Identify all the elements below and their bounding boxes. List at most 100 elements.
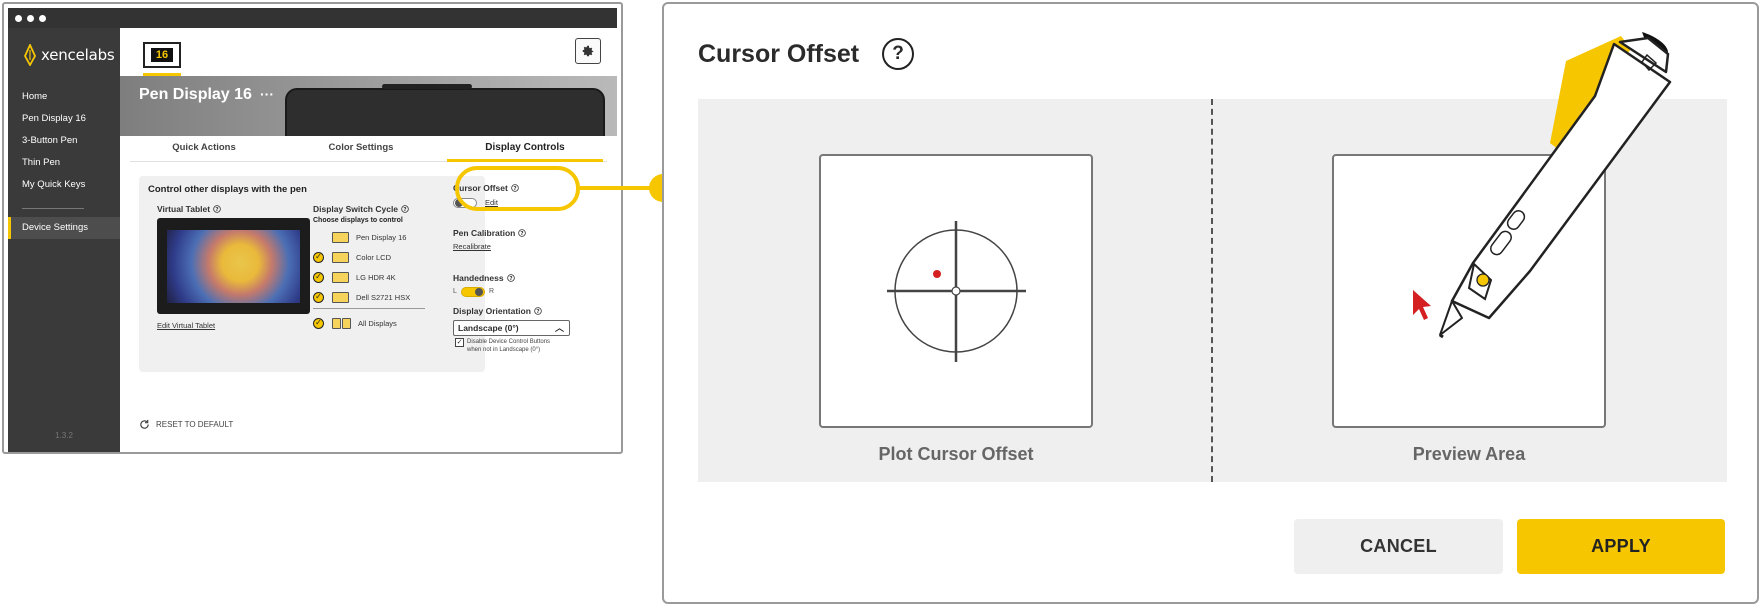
other-displays-card: Control other displays with the pen Virt…: [139, 176, 485, 372]
reset-label: RESET TO DEFAULT: [156, 420, 234, 429]
active-tab-indicator: [447, 159, 603, 162]
orientation-select-value: Landscape (0°): [458, 323, 519, 333]
app-window: xencelabs Home Pen Display 16 3-Button P…: [2, 2, 623, 454]
display-checkbox[interactable]: ✓: [313, 271, 324, 283]
monitor-icon: [332, 251, 349, 263]
display-switch-cycle-heading: Display Switch Cycle ?: [313, 204, 409, 214]
handedness-toggle[interactable]: [461, 287, 485, 297]
choose-displays-label: Choose displays to control: [313, 217, 403, 224]
panel-divider: [1211, 99, 1213, 482]
plot-cursor-offset-area[interactable]: [819, 154, 1093, 428]
monitor-icon: [332, 231, 349, 243]
display-orientation-heading: Display Orientation ?: [453, 306, 542, 316]
dialog-title: Cursor Offset: [698, 40, 860, 68]
svg-text:?: ?: [521, 231, 524, 237]
window-dot-icon[interactable]: [15, 15, 22, 22]
settings-button[interactable]: [575, 38, 601, 64]
offset-point: [933, 270, 941, 278]
preview-area-label: Preview Area: [1412, 444, 1526, 464]
refresh-icon: [140, 419, 149, 429]
logo-text: xencelabs: [41, 46, 115, 64]
gear-icon: [582, 45, 594, 57]
card-title: Control other displays with the pen: [148, 184, 307, 195]
recalibrate-link[interactable]: Recalibrate: [453, 242, 491, 251]
info-icon[interactable]: ?: [401, 205, 409, 213]
monitor-icon: [332, 291, 349, 303]
sidebar-nav: Home Pen Display 16 3-Button Pen Thin Pe…: [8, 86, 120, 239]
device-badge-label: 16: [150, 48, 174, 62]
display-row: Pen Display 16: [313, 230, 406, 244]
svg-text:?: ?: [215, 207, 218, 213]
cursor-offset-highlight: [455, 166, 580, 211]
handedness-label: Handedness: [453, 273, 504, 283]
sidebar-item-home[interactable]: Home: [8, 86, 120, 108]
tab-bar: Quick Actions Color Settings Display Con…: [120, 136, 617, 162]
sidebar-divider: [22, 208, 84, 209]
sidebar: xencelabs Home Pen Display 16 3-Button P…: [8, 28, 120, 452]
edit-virtual-tablet-link[interactable]: Edit Virtual Tablet: [157, 321, 215, 330]
disable-buttons-option: ✓ Disable Device Control Buttons when no…: [455, 338, 550, 354]
version-label: 1.3.2: [55, 431, 73, 440]
monitor-icon: [332, 317, 341, 329]
device-badge[interactable]: 16: [143, 42, 181, 68]
all-displays-row: ✓ All Displays: [313, 316, 397, 330]
display-switch-cycle-label: Display Switch Cycle: [313, 204, 399, 214]
handedness-heading: Handedness ?: [453, 273, 515, 283]
handedness-left-label: L: [453, 288, 457, 295]
display-checkbox[interactable]: ✓: [313, 251, 324, 263]
orientation-select[interactable]: Landscape (0°) ︿: [453, 320, 570, 336]
reset-to-default-button[interactable]: RESET TO DEFAULT: [139, 419, 233, 430]
display-orientation-label: Display Orientation: [453, 306, 531, 316]
disable-buttons-line-1: Disable Device Control Buttons: [467, 339, 551, 345]
help-icon[interactable]: ?: [882, 38, 914, 70]
pen-calibration-label: Pen Calibration: [453, 228, 516, 238]
virtual-tablet-heading: Virtual Tablet ?: [157, 204, 221, 214]
disable-buttons-line-2: when not in Landscape (0°): [467, 347, 541, 353]
disable-buttons-text: Disable Device Control Buttons when not …: [467, 338, 550, 354]
svg-text:?: ?: [403, 207, 406, 213]
plot-cursor-offset-label: Plot Cursor Offset: [878, 444, 1034, 464]
window-dot-icon[interactable]: [27, 15, 34, 22]
display-row: ✓ Dell S2721 HSX: [313, 290, 410, 304]
display-name: Pen Display 16: [356, 232, 407, 242]
info-icon[interactable]: ?: [518, 229, 527, 237]
tab-quick-actions[interactable]: Quick Actions: [140, 136, 268, 162]
monitor-icon: [342, 317, 351, 329]
device-banner: Pen Display 16 ···: [120, 76, 617, 136]
crosshair-target-icon: [887, 221, 1026, 362]
monitor-icon: [332, 271, 349, 283]
display-name: Color LCD: [356, 252, 392, 262]
display-row: ✓ LG HDR 4K: [313, 270, 396, 284]
handedness-right-label: R: [489, 288, 495, 295]
more-options-button[interactable]: ···: [260, 86, 274, 102]
sidebar-item-quick-keys[interactable]: My Quick Keys: [8, 174, 120, 196]
logo-pen-icon: [23, 44, 37, 66]
device-title: Pen Display 16: [139, 86, 252, 103]
apply-button[interactable]: APPLY: [1517, 519, 1725, 574]
cancel-button[interactable]: CANCEL: [1294, 519, 1503, 574]
svg-text:?: ?: [509, 276, 512, 282]
tab-color-settings[interactable]: Color Settings: [298, 136, 424, 162]
sidebar-item-thin-pen[interactable]: Thin Pen: [8, 152, 120, 174]
sidebar-item-device-settings[interactable]: Device Settings: [8, 217, 120, 239]
all-displays-label: All Displays: [358, 318, 397, 328]
pen-display-image: [285, 84, 605, 136]
title-bar: [8, 8, 617, 28]
info-icon[interactable]: ?: [506, 274, 515, 282]
main-content: 16 Pen Display 16 ··· Quick Actions Colo…: [120, 28, 617, 452]
svg-text:?: ?: [536, 309, 539, 315]
display-row: ✓ Color LCD: [313, 250, 391, 264]
pen-calibration-heading: Pen Calibration ?: [453, 228, 527, 238]
window-dot-icon[interactable]: [39, 15, 46, 22]
info-icon[interactable]: ?: [213, 205, 221, 213]
all-displays-checkbox[interactable]: ✓: [313, 317, 324, 329]
info-icon[interactable]: ?: [534, 307, 542, 315]
display-list-divider: [313, 308, 425, 309]
sidebar-item-3-button-pen[interactable]: 3-Button Pen: [8, 130, 120, 152]
sidebar-item-pen-display[interactable]: Pen Display 16: [8, 108, 120, 130]
virtual-tablet-preview[interactable]: [157, 218, 310, 314]
display-checkbox[interactable]: [313, 232, 324, 243]
display-name: LG HDR 4K: [356, 272, 396, 282]
disable-buttons-checkbox[interactable]: ✓: [455, 338, 464, 347]
display-checkbox[interactable]: ✓: [313, 291, 324, 303]
